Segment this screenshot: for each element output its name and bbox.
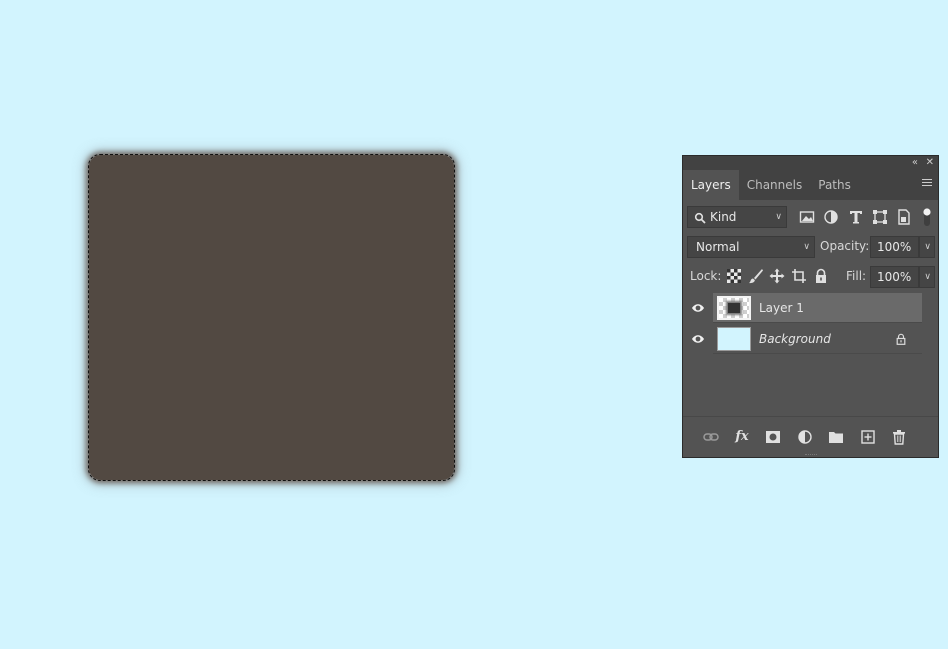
- fill-dropdown[interactable]: ∨: [919, 266, 935, 288]
- layer-name[interactable]: Layer 1: [759, 293, 804, 323]
- shape-filter-icon[interactable]: [872, 209, 888, 225]
- adjustment-filter-icon[interactable]: [823, 209, 839, 225]
- search-icon: [694, 212, 706, 224]
- lock-transparent-pixels-icon[interactable]: [726, 268, 742, 284]
- panel-titlebar: « ✕: [683, 156, 938, 170]
- chevron-down-icon: ∨: [924, 242, 931, 252]
- canvas-shape[interactable]: [89, 155, 454, 480]
- blend-mode-select[interactable]: Normal ∨: [687, 236, 815, 258]
- blend-mode-value: Normal: [696, 240, 740, 254]
- type-filter-icon[interactable]: [848, 209, 864, 225]
- fill-value: 100%: [877, 270, 912, 284]
- fx-icon[interactable]: fx: [734, 429, 750, 445]
- layers-footer: fx: [683, 416, 938, 457]
- trash-icon[interactable]: [891, 429, 907, 445]
- layer-thumbnail: [717, 327, 751, 351]
- link-layers-icon[interactable]: [703, 429, 719, 445]
- lock-image-pixels-icon[interactable]: [748, 268, 764, 284]
- opacity-field[interactable]: 100%: [870, 236, 919, 258]
- image-filter-icon[interactable]: [799, 209, 815, 225]
- filter-toggle-icon[interactable]: [922, 206, 932, 228]
- eye-icon[interactable]: [691, 301, 705, 315]
- opacity-label: Opacity:: [820, 239, 870, 253]
- lock-position-icon[interactable]: [769, 268, 785, 284]
- chevron-down-icon: ∨: [924, 272, 931, 282]
- layer-mask-icon[interactable]: [765, 429, 781, 445]
- chevron-down-icon: ∨: [803, 242, 810, 252]
- fill-field[interactable]: 100%: [870, 266, 919, 288]
- tab-layers[interactable]: Layers: [683, 170, 739, 200]
- opacity-dropdown[interactable]: ∨: [919, 236, 935, 258]
- new-layer-icon[interactable]: [860, 429, 876, 445]
- lock-label: Lock:: [690, 269, 722, 283]
- adjustment-layer-icon[interactable]: [797, 429, 813, 445]
- lock-icon[interactable]: [895, 333, 907, 345]
- tab-channels[interactable]: Channels: [739, 170, 811, 200]
- smart-object-filter-icon[interactable]: [896, 209, 912, 225]
- panel-tabs: Layers Channels Paths: [683, 170, 938, 200]
- panel-resize-grip[interactable]: [804, 454, 817, 455]
- layer-thumbnail: [717, 296, 751, 320]
- fill-label: Fill:: [846, 269, 867, 283]
- filter-kind-select[interactable]: Kind ∨: [687, 206, 787, 228]
- lock-all-icon[interactable]: [813, 268, 829, 284]
- layers-panel: « ✕ Layers Channels Paths Kind ∨ Normal …: [682, 155, 939, 458]
- eye-icon[interactable]: [691, 332, 705, 346]
- lock-artboard-icon[interactable]: [791, 268, 807, 284]
- layers-list: Layer 1 Background: [692, 293, 922, 424]
- chevron-down-icon: ∨: [775, 212, 782, 222]
- folder-icon[interactable]: [828, 429, 844, 445]
- layer-row-background[interactable]: Background: [692, 324, 922, 354]
- opacity-value: 100%: [877, 240, 912, 254]
- close-icon[interactable]: ✕: [926, 156, 934, 170]
- filter-kind-label: Kind: [710, 210, 737, 224]
- layer-row-layer-1[interactable]: Layer 1: [692, 293, 922, 323]
- double-chevron-left-icon[interactable]: «: [912, 156, 918, 170]
- layer-name[interactable]: Background: [759, 324, 831, 354]
- tab-paths[interactable]: Paths: [810, 170, 859, 200]
- panel-menu-icon[interactable]: [922, 179, 932, 188]
